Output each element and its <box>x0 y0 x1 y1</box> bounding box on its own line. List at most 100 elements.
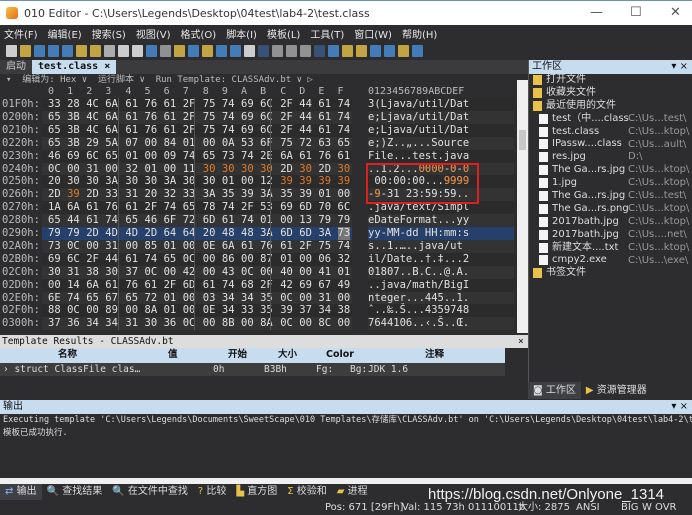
hex-byte[interactable]: 0C <box>280 292 293 305</box>
hex-byte[interactable]: 00 <box>241 253 254 266</box>
menu-item[interactable]: 文件(F) <box>4 26 38 41</box>
hex-byte[interactable]: 30 <box>338 163 351 176</box>
hex-bytes[interactable]: 69 6C 2F 44 61 74 65 0C 00 86 00 87 01 00 06 32 <box>42 252 352 266</box>
tab-test-class[interactable]: test.class × <box>32 60 117 74</box>
hex-byte[interactable]: 00 <box>299 253 312 266</box>
hex-byte[interactable]: 36 <box>67 317 80 330</box>
hex-byte[interactable]: 37 <box>299 304 312 317</box>
hex-byte[interactable]: 00 <box>299 317 312 330</box>
ascii-row[interactable]: ..java/math/BigI <box>368 278 514 292</box>
hex-byte[interactable]: 3A <box>164 175 177 188</box>
workspace-item[interactable]: test.class C:\Us...ktop\ <box>529 126 692 139</box>
toolbar-button-icon[interactable] <box>356 44 367 57</box>
hex-byte[interactable]: 4C <box>86 111 99 124</box>
hex-bytes[interactable]: 46 69 6C 65 01 00 09 74 65 73 74 2E 6A 61 76 61 <box>42 149 352 163</box>
hex-byte[interactable]: 31 <box>125 317 138 330</box>
hex-byte[interactable]: 34 <box>222 304 235 317</box>
hex-byte[interactable]: 61 <box>241 240 254 253</box>
hex-byte[interactable]: 73 <box>222 150 235 163</box>
hex-byte[interactable]: 61 <box>86 214 99 227</box>
toolbar-button-icon[interactable] <box>118 44 129 57</box>
hex-row[interactable]: 0290h: 79 79 2D 4D 4D 2D 64 64 20 48 48 3A 6D 6D 3A 73 <box>0 227 360 240</box>
workspace-item[interactable]: 书签文件 <box>529 267 692 280</box>
hex-byte[interactable]: 0C <box>280 317 293 330</box>
maximize-button[interactable]: ☐ <box>630 5 642 20</box>
hex-byte[interactable]: 00 <box>241 317 254 330</box>
hex-byte[interactable]: 6A <box>105 98 118 111</box>
hex-byte[interactable]: 13 <box>299 214 312 227</box>
hex-byte[interactable]: 00 <box>241 175 254 188</box>
hex-bytes[interactable]: 65 3B 4C 6A 61 76 61 2F 75 74 69 6C 2F 44 61 74 <box>42 110 352 124</box>
hex-byte[interactable]: 00 <box>48 279 61 292</box>
hex-byte[interactable]: 76 <box>145 98 158 111</box>
menu-item[interactable]: 脚本(I) <box>226 26 257 41</box>
toolbar-button-icon[interactable] <box>300 44 311 57</box>
hex-byte[interactable]: 30 <box>105 266 118 279</box>
hex-byte[interactable]: 00 <box>280 214 293 227</box>
workspace-item[interactable]: res.jpg D:\ <box>529 151 692 164</box>
workspace-item[interactable]: 最近使用的文件 <box>529 100 692 113</box>
hex-byte[interactable]: 30 <box>67 175 80 188</box>
hex-byte[interactable]: 43 <box>222 266 235 279</box>
template-row[interactable]: › struct ClassFile clas… 0h B3Bh Fg: Bg:… <box>0 363 505 376</box>
hex-byte[interactable]: 14 <box>67 279 80 292</box>
hex-byte[interactable]: 20 <box>203 227 216 240</box>
workspace-item[interactable]: cmpy2.exe C:\Us...\exe\ <box>529 254 692 267</box>
hex-row[interactable]: 0250h: 20 30 30 3A 30 30 3A 30 30 01 00 12 39 39 39 39 <box>0 175 360 189</box>
hex-byte[interactable]: 84 <box>164 137 177 150</box>
hex-byte[interactable]: 00 <box>299 292 312 305</box>
workspace-item[interactable]: 收藏夹文件 <box>529 87 692 100</box>
hex-byte[interactable]: 61 <box>318 111 331 124</box>
hex-bytes[interactable]: 6E 74 65 67 65 72 01 00 03 34 34 35 0C 00 31 00 <box>42 291 352 305</box>
hex-byte[interactable]: 78 <box>203 201 216 214</box>
hex-byte[interactable]: 42 <box>280 279 293 292</box>
hex-row[interactable]: 02A0h: 73 0C 00 31 00 85 01 00 0E 6A 61 76 61 2F 75 74 <box>0 239 360 253</box>
hex-byte[interactable]: 33 <box>241 304 254 317</box>
hex-byte[interactable]: 69 <box>299 279 312 292</box>
hex-byte[interactable]: 61 <box>338 150 351 163</box>
hex-byte[interactable]: 00 <box>67 163 80 176</box>
col-comment[interactable]: 注释 <box>425 348 444 362</box>
ascii-row[interactable]: e;Ljava/util/Dat <box>368 123 514 137</box>
toolbar-button-icon[interactable] <box>76 44 87 57</box>
hex-byte[interactable]: 38 <box>86 266 99 279</box>
toolbar-button-icon[interactable] <box>202 44 213 57</box>
hex-byte[interactable]: 01 <box>145 163 158 176</box>
menu-item[interactable]: 格式(O) <box>181 26 217 41</box>
toolbar-button-icon[interactable] <box>20 44 31 57</box>
toolbar-button-icon[interactable] <box>370 44 381 57</box>
workspace-item[interactable]: The Ga...rs.jpg C:\Us...test\ <box>529 190 692 203</box>
hex-byte[interactable]: 61 <box>164 124 177 137</box>
bottom-tab[interactable]: 🔍 在文件中查找 <box>107 484 193 500</box>
hex-byte[interactable]: 70 <box>318 201 331 214</box>
hex-byte[interactable]: 30 <box>145 317 158 330</box>
hex-byte[interactable]: 2F <box>280 124 293 137</box>
hex-byte[interactable]: 31 <box>86 163 99 176</box>
hex-byte[interactable]: 61 <box>299 150 312 163</box>
hex-byte[interactable]: 74 <box>222 111 235 124</box>
hex-byte[interactable]: 32 <box>338 253 351 266</box>
hex-byte[interactable]: 31 <box>105 240 118 253</box>
hex-byte[interactable]: 6A <box>86 279 99 292</box>
hex-byte[interactable]: 69 <box>48 253 61 266</box>
hex-byte[interactable]: 65 <box>48 124 61 137</box>
col-name[interactable]: 名称 <box>58 348 77 362</box>
hex-byte[interactable]: 75 <box>203 98 216 111</box>
hex-byte[interactable]: 30 <box>125 175 138 188</box>
hex-byte[interactable]: 65 <box>105 150 118 163</box>
workspace-item[interactable]: IPassw....class C:\Us...ault\ <box>529 138 692 151</box>
hex-byte[interactable]: 69 <box>241 111 254 124</box>
template-close-button[interactable]: × <box>518 335 524 348</box>
hex-byte[interactable]: 8B <box>222 317 235 330</box>
hex-byte[interactable]: 2F <box>280 98 293 111</box>
hex-byte[interactable]: 61 <box>318 124 331 137</box>
hex-byte[interactable]: 6D <box>299 227 312 240</box>
hex-row[interactable]: 0300h: 37 36 34 34 31 30 36 0C 00 8B 00 8A 0C 00 8C 00 <box>0 317 360 331</box>
hex-byte[interactable]: 00 <box>338 188 351 201</box>
hex-byte[interactable]: 32 <box>164 188 177 201</box>
hex-bytes[interactable]: 73 0C 00 31 00 85 01 00 0E 6A 61 76 61 2F 75 74 <box>42 239 352 253</box>
menu-item[interactable]: 工具(T) <box>310 26 344 41</box>
toolbar-button-icon[interactable] <box>62 44 73 57</box>
hex-row[interactable]: 0200h: 65 3B 4C 6A 61 76 61 2F 75 74 69 6C 2F 44 61 74 <box>0 110 360 124</box>
hex-byte[interactable]: 61 <box>105 279 118 292</box>
